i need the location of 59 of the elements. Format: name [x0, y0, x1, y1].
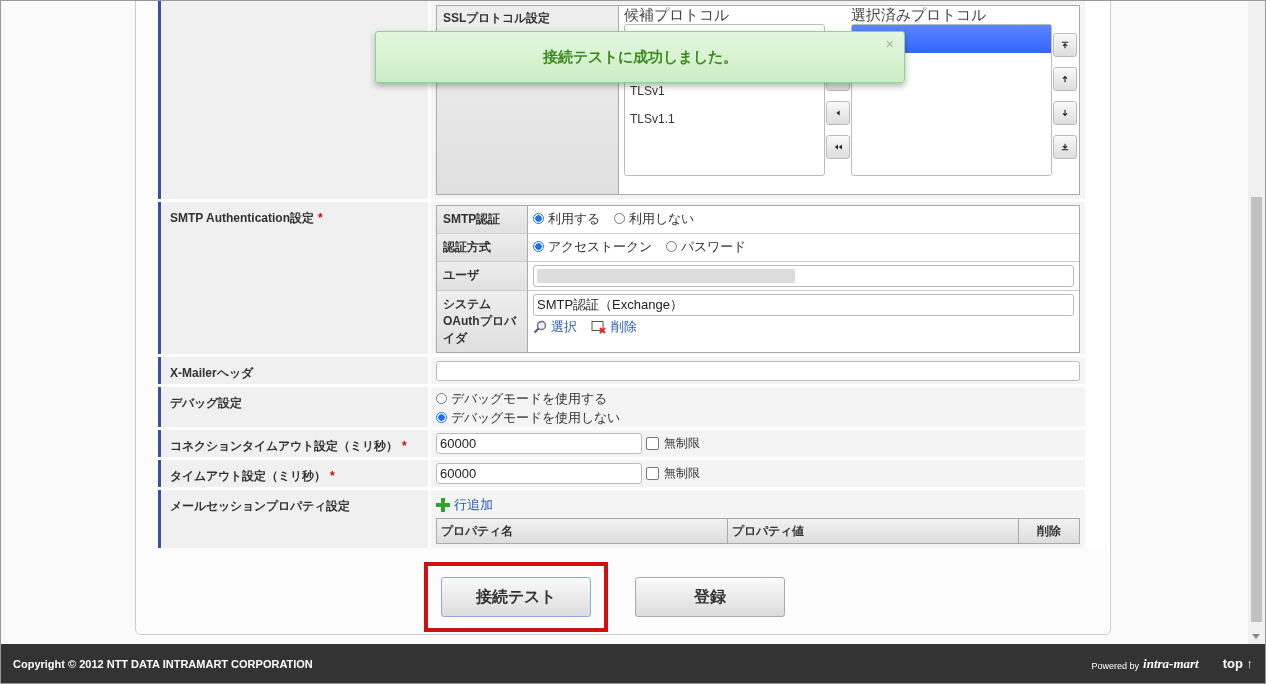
scrollbar-thumb[interactable] — [1251, 197, 1262, 622]
scroll-down-arrow-icon[interactable] — [1252, 634, 1260, 640]
provider-field[interactable]: SMTP認証（Exchange） — [533, 294, 1074, 316]
logo-text: intra-mart — [1143, 655, 1199, 672]
action-button[interactable]: 接続テスト — [441, 577, 591, 617]
number-field[interactable]: 60000 — [436, 433, 642, 454]
move-all-left-button[interactable] — [826, 135, 850, 159]
plus-icon — [436, 498, 450, 512]
select-link[interactable]: 選択 — [533, 318, 577, 336]
checkbox-option[interactable]: 無制限 — [646, 465, 700, 482]
field-label: メールセッションプロパティ設定 — [170, 498, 350, 515]
radio-option[interactable]: 利用する — [533, 209, 600, 228]
radio-option[interactable]: デバッグモードを使用しない — [436, 408, 1080, 427]
search-icon — [533, 320, 547, 334]
number-field[interactable]: 60000 — [436, 463, 642, 484]
field-label: SMTP認証 — [437, 206, 528, 234]
required-mark: * — [330, 469, 335, 483]
down-arrow-icon — [1061, 109, 1069, 117]
radio-option[interactable]: パスワード — [666, 237, 746, 256]
required-mark: * — [402, 439, 407, 453]
text-field[interactable] — [436, 361, 1080, 381]
field-label: コネクションタイムアウト設定（ミリ秒） * — [170, 438, 407, 455]
move-bottom-button[interactable] — [1053, 135, 1077, 159]
list-item[interactable]: TLSv1.1 — [625, 105, 824, 133]
list-heading: 候補プロトコル — [624, 6, 730, 24]
scrollbar[interactable] — [1248, 1, 1265, 644]
delete-link[interactable]: 削除 — [591, 318, 637, 336]
column-header: 削除 — [1019, 519, 1079, 543]
add-row-link[interactable]: 行追加 — [436, 496, 493, 514]
top-link[interactable]: top ↑ — [1222, 656, 1253, 671]
radio-option[interactable]: アクセストークン — [533, 237, 652, 256]
move-up-button[interactable] — [1053, 67, 1077, 91]
field-label: 認証方式 — [437, 234, 528, 262]
move-down-button[interactable] — [1053, 101, 1077, 125]
bar-up-arrow-icon — [1061, 41, 1069, 49]
required-mark: * — [318, 211, 323, 225]
column-header: プロパティ名 — [437, 519, 728, 543]
action-button[interactable]: 登録 — [635, 577, 785, 617]
copyright-text: Copyright © 2012 NTT DATA INTRAMART CORPORATION — [13, 657, 313, 670]
list-heading: 選択済みプロトコル — [851, 6, 986, 24]
left-triangle-icon — [834, 109, 842, 117]
radio-option[interactable]: デバッグモードを使用する — [436, 389, 1080, 408]
checkbox-option[interactable]: 無制限 — [646, 435, 700, 452]
field-label: デバッグ設定 — [170, 395, 242, 412]
field-label: ユーザ — [437, 262, 528, 291]
user-field[interactable] — [533, 265, 1074, 287]
powered-by-text: Powered by — [1091, 660, 1140, 671]
radio-option[interactable]: 利用しない — [614, 209, 694, 228]
field-label: X-Mailerヘッダ — [170, 365, 253, 382]
double-left-triangle-icon — [833, 143, 843, 151]
field-label: システムOAuthプロバイダ — [437, 291, 528, 352]
selected-protocols-list[interactable] — [851, 24, 1052, 176]
bar-down-arrow-icon — [1061, 143, 1069, 151]
delete-icon — [591, 320, 607, 334]
move-top-button[interactable] — [1053, 33, 1077, 57]
up-arrow-icon — [1061, 75, 1069, 83]
field-label: SMTP Authentication設定 * — [170, 210, 323, 227]
column-header: プロパティ値 — [728, 519, 1019, 543]
field-label: タイムアウト設定（ミリ秒） * — [170, 468, 335, 485]
